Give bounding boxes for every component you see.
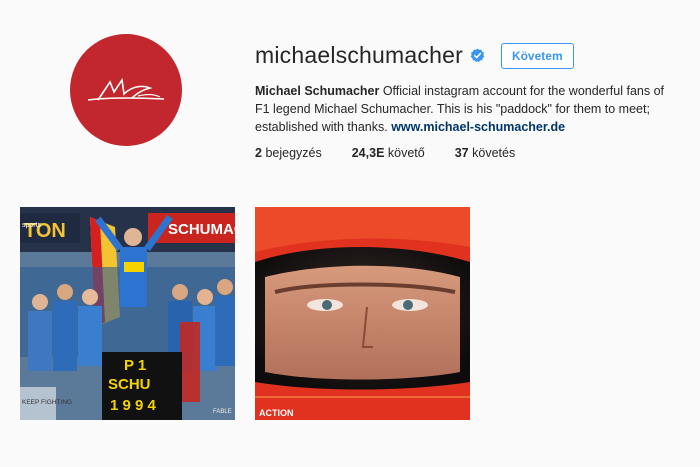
stat-followers-value: 24,3E — [351, 146, 385, 160]
post-2-image: ACTION — [255, 207, 470, 420]
pit-board-line-3: 1 9 9 4 — [110, 397, 157, 414]
stat-following-value: 37 — [454, 146, 469, 160]
sign-sport: sports — [22, 222, 42, 229]
profile-bio: Michael Schumacher Official instagram ac… — [255, 82, 675, 136]
watermark-left: KEEP FIGHTING — [22, 399, 72, 406]
watermark-right: FABLE — [213, 409, 232, 415]
stat-followers[interactable]: 24,3E követő — [352, 146, 425, 160]
stat-following-label: követés — [472, 146, 516, 160]
stat-posts[interactable]: 2 bejegyzés — [255, 146, 322, 160]
stat-following[interactable]: 37 követés — [455, 146, 515, 160]
bio-link[interactable]: www.michael-schumacher.de — [391, 120, 565, 134]
username: michaelschumacher — [255, 42, 463, 68]
stat-posts-label: bejegyzés — [265, 146, 322, 160]
profile-stats: 2 bejegyzés 24,3E követő 37 követés — [255, 146, 545, 160]
stat-followers-label: követő — [387, 146, 425, 160]
pit-board-line-2: SCHU — [108, 376, 151, 393]
verified-badge-icon — [470, 48, 485, 63]
follow-button[interactable]: Követem — [500, 42, 574, 69]
stat-posts-value: 2 — [255, 146, 262, 160]
post-thumbnail-1[interactable]: TON sports SCHUMAC P 1 SCHU 1 9 9 4 KEEP… — [20, 207, 235, 420]
ms-logo-icon — [87, 77, 165, 101]
bio-name: Michael Schumacher — [255, 84, 380, 98]
helmet-text: ACTION — [259, 408, 294, 418]
sign-top-right: SCHUMAC — [168, 221, 235, 238]
profile-avatar[interactable] — [70, 34, 182, 146]
post-1-image: TON sports SCHUMAC P 1 SCHU 1 9 9 4 KEEP… — [20, 207, 235, 420]
profile-header: michaelschumacher Követem — [255, 42, 574, 69]
pit-board-line-1: P 1 — [124, 357, 146, 374]
post-thumbnail-2[interactable]: ACTION — [255, 207, 470, 420]
